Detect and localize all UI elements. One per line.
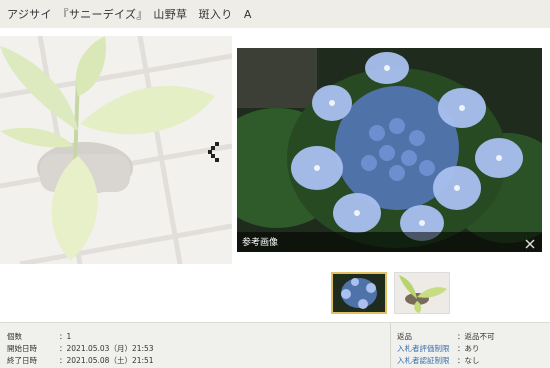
close-reference-button[interactable] [524,235,536,249]
auction-info-right: 返品 ：返品不可 入札者評価制限 ：あり 入札者認証制限 ：なし [390,323,550,368]
info-row-rating-limit: 入札者評価制限 ：あり [397,343,547,354]
reference-image: 参考画像 [237,48,542,252]
info-label: 終了日時 [7,356,37,365]
info-value: ：返品不可 [457,332,495,341]
close-icon [525,239,535,249]
plant-thumbnail [395,273,449,313]
info-row-start: 開始日時 ：2021.05.03（月）21:53 [7,343,387,354]
info-row-quantity: 個数 ：1 [7,331,387,342]
hydrangea-thumbnail [333,274,385,312]
auth-limit-link[interactable]: 入札者認証制限 [397,355,450,366]
chevron-left-icon [208,142,219,162]
previous-image-button[interactable] [207,140,223,162]
reference-caption: 参考画像 [242,238,279,248]
reference-caption-bar: 参考画像 [237,232,542,252]
item-header: アジサイ 『サニーデイズ』 山野草 斑入り A [0,0,550,28]
info-value: ：なし [457,356,480,365]
auction-info-left: 個数 ：1 開始日時 ：2021.05.03（月）21:53 終了日時 ：202… [0,323,390,368]
hydrangea-photo [237,48,542,252]
main-product-image [0,36,232,264]
rating-limit-link[interactable]: 入札者評価制限 [397,343,450,354]
info-value: ：2021.05.03（月）21:53 [59,344,154,353]
info-value: ：あり [457,344,480,353]
info-label: 開始日時 [7,344,37,353]
info-row-returns: 返品 ：返品不可 [397,331,547,342]
info-value: ：2021.05.08（土）21:51 [59,356,154,365]
info-label: 返品 [397,332,412,341]
item-title: アジサイ 『サニーデイズ』 山野草 斑入り A [7,8,252,21]
info-row-end: 終了日時 ：2021.05.08（土）21:51 [7,355,387,366]
info-row-auth-limit: 入札者認証制限 ：なし [397,355,547,366]
thumbnail-plant[interactable] [394,272,450,314]
plant-photo [0,36,232,264]
info-value: ：1 [59,332,72,341]
info-label: 個数 [7,332,22,341]
thumbnail-reference[interactable] [331,272,387,314]
auction-info: 個数 ：1 開始日時 ：2021.05.03（月）21:53 終了日時 ：202… [0,322,550,368]
